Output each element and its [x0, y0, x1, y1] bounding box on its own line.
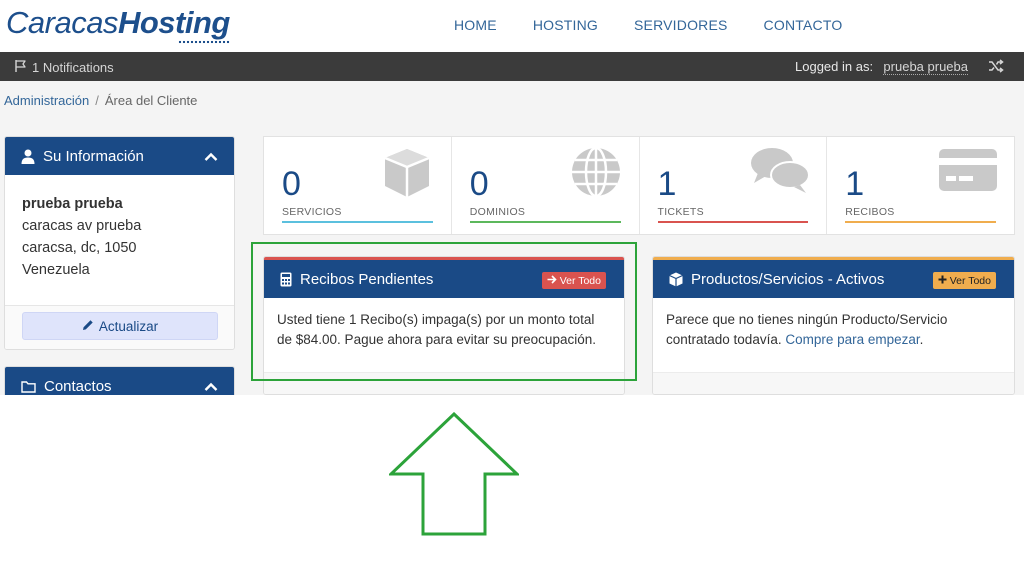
stat-label: TICKETS [657, 206, 704, 218]
client-address-line2: caracsa, dc, 1050 [22, 240, 137, 256]
invoices-panel-title: Recibos Pendientes [300, 270, 434, 288]
products-panel-header: Productos/Servicios - Activos Ver Todo [653, 260, 1014, 298]
stat-count: 1 [657, 165, 677, 203]
invoices-panel-body: Usted tiene 1 Recibo(s) impaga(s) por un… [277, 312, 596, 347]
breadcrumb-current: Área del Cliente [104, 93, 198, 108]
logo-dots [178, 40, 230, 44]
info-panel-header[interactable]: Su Información [5, 137, 234, 175]
contacts-panel-header[interactable]: Contactos [5, 367, 234, 395]
stat-label: DOMINIOS [469, 206, 526, 218]
logo-text-caracas: Caracas [6, 5, 118, 40]
credit-card-icon [938, 145, 998, 198]
invoices-panel: Recibos Pendientes Ver Todo Usted tiene … [263, 256, 625, 395]
nav-servidores[interactable]: SERVIDORES [616, 16, 746, 34]
comments-icon [750, 145, 811, 200]
products-view-all-label: Ver Todo [949, 274, 991, 287]
products-empty-text-end: . [919, 331, 924, 347]
client-country: Venezuela [22, 262, 90, 278]
flag-icon [14, 59, 28, 76]
breadcrumb-separator: / [95, 93, 99, 108]
logged-in-user[interactable]: prueba prueba [883, 59, 968, 75]
chevron-up-icon[interactable] [204, 379, 218, 395]
stat-tile-dominios[interactable]: 0 DOMINIOS [452, 137, 640, 234]
contacts-panel: Contactos [4, 366, 235, 395]
stat-count: 0 [282, 165, 301, 203]
info-panel-title: Su Información [43, 147, 144, 165]
logo-text-hosting: Hosting [117, 5, 230, 40]
update-button-label: Actualizar [98, 318, 159, 334]
main-menu: HOME HOSTING SERVIDORES CONTACTO [436, 16, 860, 34]
logged-in-label: Logged in as: [795, 59, 874, 74]
top-navigation: CaracasHosting HOME HOSTING SERVIDORES C… [0, 0, 1024, 52]
stats-tiles: 0 SERVICIOS 0 DOMINIOS 1 TICKETS 1 RECIB… [263, 136, 1015, 235]
shuffle-icon[interactable] [988, 59, 1004, 76]
pencil-icon [82, 319, 94, 334]
stat-label: RECIBOS [845, 206, 895, 218]
account-bar: 1 Notifications Logged in as: prueba pru… [0, 52, 1024, 81]
stat-tile-tickets[interactable]: 1 TICKETS [640, 137, 828, 234]
invoices-view-all-label: Ver Todo [559, 274, 601, 287]
buy-to-start-link[interactable]: Compre para empezar [785, 332, 919, 347]
annotation-arrow-up-icon [387, 411, 521, 541]
stat-bar [845, 221, 996, 223]
notifications-link[interactable]: 1 Notifications [14, 59, 114, 76]
products-panel-body: Parece que no tienes ningún Producto/Ser… [653, 298, 1014, 361]
cube-icon [379, 145, 435, 206]
info-panel-body: prueba prueba caracas av prueba caracsa,… [5, 175, 234, 281]
stat-count: 1 [845, 165, 865, 203]
breadcrumb: Administración / Área del Cliente [0, 81, 1024, 119]
stat-bar [469, 221, 621, 223]
nav-contacto[interactable]: CONTACTO [746, 16, 861, 34]
breadcrumb-home[interactable]: Administración [4, 93, 89, 108]
caracashosting-logo[interactable]: CaracasHosting [6, 5, 230, 45]
products-panel-footer [653, 372, 1014, 394]
products-view-all-button[interactable]: Ver Todo [932, 272, 996, 289]
invoices-panel-footer [264, 372, 624, 394]
globe-icon [569, 145, 623, 204]
stat-label: SERVICIOS [282, 206, 342, 218]
products-panel: Productos/Servicios - Activos Ver Todo P… [652, 256, 1015, 395]
client-name: prueba prueba [22, 196, 123, 212]
cube-icon [669, 272, 683, 287]
calculator-icon [280, 272, 292, 287]
stat-bar [282, 221, 433, 223]
products-panel-title: Productos/Servicios - Activos [691, 270, 885, 288]
invoices-view-all-button[interactable]: Ver Todo [541, 272, 606, 289]
notifications-label: 1 Notifications [32, 60, 114, 75]
stat-tile-servicios[interactable]: 0 SERVICIOS [264, 137, 452, 234]
client-address-line1: caracas av prueba [22, 218, 142, 234]
arrow-right-icon [547, 274, 557, 287]
nav-home[interactable]: HOME [436, 16, 515, 34]
folder-icon [21, 380, 36, 393]
contacts-panel-title: Contactos [44, 377, 112, 395]
stat-bar [657, 221, 809, 223]
info-panel-footer: Actualizar [5, 305, 234, 349]
plus-icon [938, 275, 947, 287]
info-panel: Su Información prueba prueba caracas av … [4, 136, 235, 350]
update-button[interactable]: Actualizar [22, 312, 218, 340]
user-icon [21, 149, 35, 164]
stat-tile-recibos[interactable]: 1 RECIBOS [827, 137, 1014, 234]
chevron-up-icon[interactable] [204, 149, 218, 166]
nav-hosting[interactable]: HOSTING [515, 16, 616, 34]
stat-count: 0 [469, 165, 489, 203]
invoices-panel-header: Recibos Pendientes Ver Todo [264, 260, 624, 298]
